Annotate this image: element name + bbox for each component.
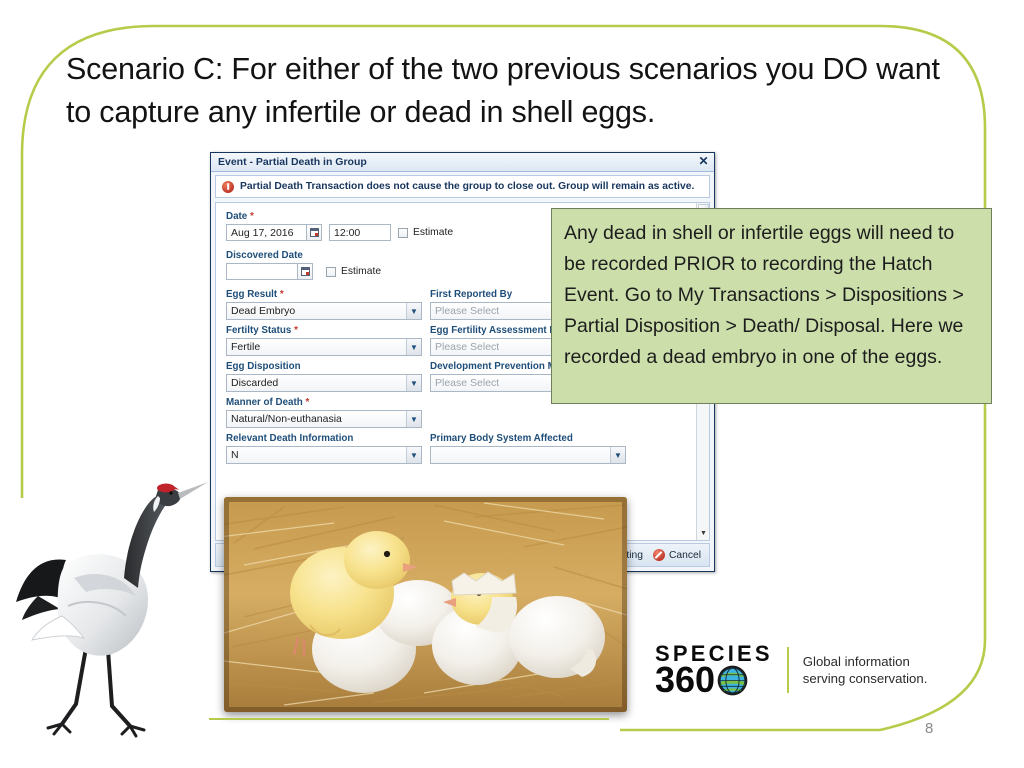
close-icon[interactable]: ✕ (697, 155, 710, 169)
chevron-down-icon[interactable]: ▼ (406, 411, 421, 427)
egg-result-field-group: Egg Result * Dead Embryo ▼ (226, 289, 422, 320)
fertility-status-select[interactable]: Fertile ▼ (226, 338, 422, 356)
relevant-death-info-label: Relevant Death Information (226, 433, 354, 444)
discovered-date-input[interactable] (226, 263, 298, 280)
egg-disposition-select[interactable]: Discarded ▼ (226, 374, 422, 392)
logo-tagline: Global information serving conservation. (803, 653, 928, 687)
required-marker: * (279, 289, 284, 300)
cancel-button[interactable]: Cancel (652, 549, 701, 561)
chevron-down-icon[interactable]: ▼ (610, 447, 625, 463)
crane-illustration (8, 468, 213, 760)
date-input[interactable]: Aug 17, 2016 (226, 224, 307, 241)
primary-body-system-label: Primary Body System Affected (430, 433, 573, 444)
primary-body-system-select[interactable]: ▼ (430, 446, 626, 464)
relevant-death-info-select[interactable]: N ▼ (226, 446, 422, 464)
logo-360-text: 360 (655, 659, 716, 700)
logo-tagline-line2: serving conservation. (802, 671, 928, 686)
calendar-icon[interactable] (298, 263, 313, 280)
egg-disposition-label: Egg Disposition (226, 361, 301, 372)
globe-icon (717, 665, 748, 695)
calendar-icon[interactable] (307, 224, 322, 241)
warning-banner: Partial Death Transaction does not cause… (215, 175, 710, 198)
relevant-death-info-field-group: Relevant Death Information N ▼ (226, 433, 422, 464)
egg-result-label: Egg Result * (226, 289, 284, 300)
cancel-icon (652, 549, 665, 561)
warning-banner-text: Partial Death Transaction does not cause… (240, 181, 695, 192)
required-marker: * (294, 325, 298, 336)
manner-of-death-label: Manner of Death * (226, 397, 310, 408)
logo-tagline-line1: Global information (802, 654, 910, 669)
warning-icon (222, 180, 234, 193)
fertility-status-label: Fertilty Status * (226, 325, 298, 336)
discovered-date-input-wrap[interactable] (226, 263, 313, 280)
discovered-estimate-checkbox[interactable]: Estimate (326, 266, 381, 277)
date-input-wrap[interactable]: Aug 17, 2016 (226, 224, 322, 241)
logo-wordmark: SPECIES 360 (655, 643, 773, 700)
chevron-down-icon[interactable]: ▼ (698, 528, 709, 539)
chevron-down-icon[interactable]: ▼ (406, 339, 421, 355)
required-marker: * (249, 211, 254, 222)
checkbox-icon[interactable] (326, 266, 336, 277)
form-row: Relevant Death Information N ▼ Primary B… (226, 433, 686, 464)
date-estimate-checkbox[interactable]: Estimate (398, 227, 453, 238)
logo-divider (786, 647, 789, 693)
time-input[interactable]: 12:00 (329, 224, 391, 241)
species360-logo: SPECIES 360 Global information serving c… (655, 643, 928, 700)
callout-note: Any dead in shell or infertile eggs will… (551, 208, 992, 404)
egg-result-select[interactable]: Dead Embryo ▼ (226, 302, 422, 320)
page-number: 8 (925, 720, 934, 737)
manner-of-death-field-group: Manner of Death * Natural/Non-euthanasia… (226, 397, 422, 428)
manner-of-death-select[interactable]: Natural/Non-euthanasia ▼ (226, 410, 422, 428)
fertility-status-field-group: Fertilty Status * Fertile ▼ (226, 325, 422, 356)
chevron-down-icon[interactable]: ▼ (406, 303, 421, 319)
photo-underline (209, 718, 609, 720)
primary-body-system-field-group: Primary Body System Affected ▼ (430, 433, 626, 464)
dialog-titlebar: Event - Partial Death in Group ✕ (211, 153, 714, 172)
cancel-button-label: Cancel (668, 549, 701, 561)
egg-disposition-field-group: Egg Disposition Discarded ▼ (226, 361, 422, 392)
chevron-down-icon[interactable]: ▼ (406, 375, 421, 391)
required-marker: * (305, 397, 310, 408)
date-estimate-label: Estimate (413, 227, 454, 238)
discovered-estimate-label: Estimate (341, 266, 382, 277)
chevron-down-icon[interactable]: ▼ (406, 447, 421, 463)
checkbox-icon[interactable] (398, 227, 408, 238)
dialog-title: Event - Partial Death in Group (218, 156, 367, 168)
chicks-hatching-photo (224, 497, 627, 712)
page-title: Scenario C: For either of the two previo… (66, 52, 940, 129)
